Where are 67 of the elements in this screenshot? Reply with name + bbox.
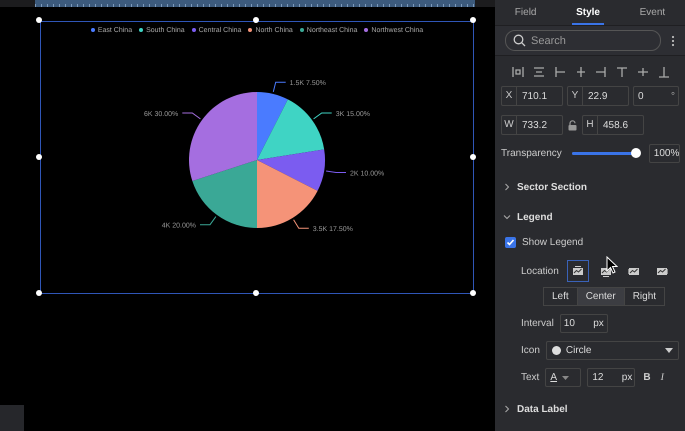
y-field[interactable]: 22.9 (583, 90, 628, 102)
caret-icon (562, 376, 570, 380)
caret-icon (665, 348, 673, 353)
chevron-icon (503, 405, 511, 413)
align-icon[interactable] (511, 65, 525, 79)
lock-icon[interactable] (568, 120, 577, 130)
rotation-field[interactable]: 0 ° (633, 86, 679, 106)
width-field[interactable]: 733.2 (517, 120, 562, 130)
checkbox[interactable] (505, 237, 516, 248)
align-icon[interactable] (656, 65, 671, 79)
resize-handle[interactable] (36, 290, 42, 296)
selection-frame[interactable] (40, 21, 474, 294)
align-icon[interactable] (636, 65, 650, 79)
resize-handle[interactable] (36, 154, 42, 160)
leader-line (182, 112, 201, 120)
icon-dropdown[interactable]: Circle (546, 341, 679, 360)
field-label: H (583, 116, 598, 134)
corner-tile (0, 405, 24, 431)
chevron-icon (503, 213, 511, 221)
chart-icon (656, 266, 668, 276)
chart-icon (572, 266, 584, 276)
segment-button[interactable]: Center (576, 288, 624, 305)
tab[interactable]: Event (636, 0, 670, 25)
text-label: Text (521, 372, 540, 383)
resize-handle[interactable] (253, 290, 259, 296)
align-icon[interactable] (594, 65, 608, 79)
text-color-picker[interactable]: A (545, 368, 582, 387)
cursor-icon (606, 256, 618, 274)
tab[interactable]: Field (510, 0, 540, 25)
section-header[interactable]: Sector Section (501, 179, 590, 195)
transparency-slider[interactable] (572, 148, 641, 158)
resize-handle[interactable] (253, 17, 259, 23)
location-label: Location (521, 266, 559, 276)
align-icon[interactable] (532, 65, 546, 79)
font-size-field[interactable]: 12 px (587, 368, 636, 387)
height-field[interactable]: 458.6 (598, 120, 643, 130)
checkbox-label: Show Legend (522, 237, 584, 248)
chart-icon (628, 266, 640, 276)
italic-button[interactable]: I (658, 372, 666, 383)
resize-handle[interactable] (36, 17, 42, 23)
section-header[interactable]: Legend (501, 209, 555, 225)
search-field[interactable]: Search (505, 30, 661, 51)
x-field[interactable]: 710.1 (517, 90, 562, 102)
resize-handle[interactable] (470, 290, 476, 296)
align-icon[interactable] (552, 65, 567, 79)
transparency-field[interactable]: 100% (648, 144, 680, 163)
leader-line (313, 112, 332, 120)
more-icon[interactable] (671, 34, 675, 46)
transparency-label: Transparency (501, 148, 562, 159)
interval-label: Interval (521, 318, 554, 329)
leader-line (293, 219, 310, 229)
leader-line (272, 82, 286, 92)
legend-position-option[interactable] (566, 260, 589, 282)
interval-field[interactable]: 10 px (560, 314, 608, 333)
field-label: W (502, 116, 517, 134)
field-label: Y (568, 87, 583, 105)
leader-line (326, 170, 346, 173)
bold-button[interactable]: B (641, 372, 653, 383)
align-icon[interactable] (615, 65, 630, 79)
chevron-icon (503, 183, 511, 191)
icon-label: Icon (521, 345, 540, 356)
section-header[interactable]: Data Label (501, 401, 570, 417)
resize-handle[interactable] (470, 154, 476, 160)
leader-line (200, 216, 216, 226)
resize-handle[interactable] (470, 17, 476, 23)
field-label: X (502, 87, 517, 105)
search-icon (513, 34, 526, 47)
